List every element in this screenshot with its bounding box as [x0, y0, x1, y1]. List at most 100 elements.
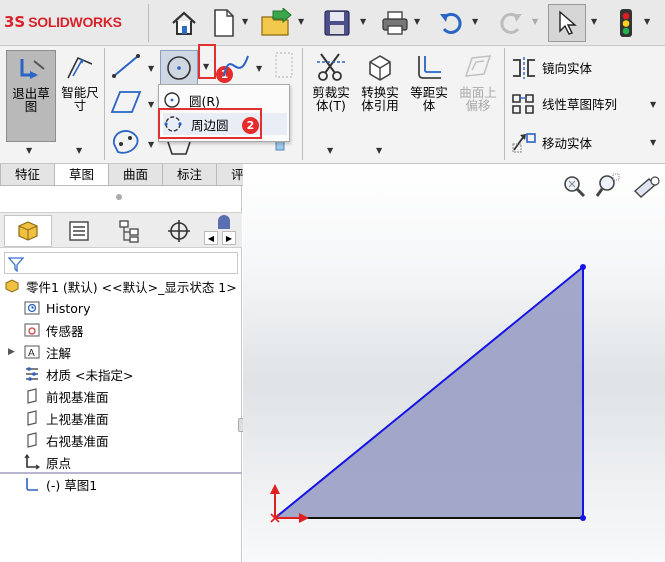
- tree-item-history[interactable]: History: [24, 298, 90, 318]
- smart-dimension-label: 智能尺寸: [61, 85, 99, 113]
- move-entities-label: 移动实体: [542, 136, 593, 151]
- configuration-icon: [119, 220, 139, 243]
- chevron-down-icon[interactable]: ▼: [414, 17, 420, 26]
- home-button[interactable]: [168, 6, 200, 40]
- trim-entities-button[interactable]: 剪裁实体(T): [308, 50, 354, 142]
- mirror-entities-label: 镜向实体: [542, 61, 593, 76]
- sketch-point[interactable]: [580, 264, 586, 270]
- chevron-down-icon[interactable]: ▼: [650, 100, 656, 109]
- chevron-down-icon[interactable]: ▼: [360, 17, 366, 26]
- move-entities-button[interactable]: 移动实体: [508, 128, 658, 156]
- linear-pattern-button[interactable]: 线性草图阵列: [508, 90, 658, 118]
- grid-snap-button[interactable]: [272, 50, 300, 82]
- undo-button[interactable]: [436, 6, 466, 40]
- panel-tab-bar: ◀ ▶: [0, 212, 242, 248]
- crosshair-icon: [168, 220, 190, 242]
- graphics-area[interactable]: [243, 164, 665, 562]
- open-folder-icon: [261, 8, 292, 36]
- exit-sketch-button[interactable]: 退出草图: [6, 50, 56, 142]
- offset-surface-icon: [464, 55, 492, 77]
- linear-pattern-label: 线性草图阵列: [542, 97, 618, 112]
- plane-icon: [24, 432, 40, 448]
- chevron-down-icon[interactable]: ▼: [532, 17, 538, 26]
- rectangle-tool-button[interactable]: [110, 88, 144, 118]
- circle-tool-button[interactable]: [160, 50, 198, 86]
- linear-pattern-icon: [512, 94, 534, 114]
- tab-features[interactable]: 特征: [0, 164, 56, 186]
- chevron-down-icon[interactable]: ▼: [242, 17, 248, 26]
- offset-entities-icon: [418, 56, 441, 79]
- traffic-light-icon: [620, 9, 632, 37]
- spline-tool-button[interactable]: [220, 52, 254, 82]
- chevron-down-icon[interactable]: ▼: [376, 146, 382, 155]
- slot-tool-button[interactable]: [110, 126, 144, 158]
- chevron-down-icon[interactable]: ▼: [148, 64, 154, 73]
- mirror-icon: [513, 57, 535, 79]
- chevron-down-icon[interactable]: ▼: [26, 146, 32, 155]
- grid-icon: [275, 52, 293, 78]
- svg-text:A: A: [28, 348, 35, 359]
- tree-item-part[interactable]: 零件1 (默认) <<默认>_显示状态 1>: [4, 276, 237, 296]
- chevron-down-icon[interactable]: ▼: [148, 140, 154, 149]
- offset-on-surface-button[interactable]: 曲面上偏移: [454, 50, 502, 142]
- expand-arrow-icon[interactable]: ▶: [8, 347, 15, 357]
- tree-item-material[interactable]: 材质 <未指定>: [24, 364, 133, 384]
- tab-property-manager[interactable]: [56, 215, 102, 247]
- scroll-left-button[interactable]: ◀: [204, 231, 218, 245]
- save-button[interactable]: [320, 6, 354, 40]
- redo-button[interactable]: [496, 6, 526, 40]
- chevron-down-icon[interactable]: ▼: [256, 64, 262, 73]
- panel-grip[interactable]: [116, 194, 122, 200]
- chevron-down-icon[interactable]: ▼: [650, 138, 656, 147]
- line-icon: [112, 54, 140, 78]
- chevron-down-icon[interactable]: ▼: [472, 17, 478, 26]
- chevron-down-icon[interactable]: ▼: [148, 100, 154, 109]
- mirror-entities-button[interactable]: 镜向实体: [508, 54, 658, 82]
- print-button[interactable]: [380, 6, 410, 40]
- new-document-button[interactable]: [210, 6, 238, 40]
- tree-item-material-label: 材质 <未指定>: [46, 367, 134, 383]
- tree-item-sketch1-label: (-) 草图1: [46, 477, 98, 493]
- tree-item-top-plane[interactable]: 上视基准面: [24, 408, 109, 428]
- sketch-icon: [24, 476, 40, 492]
- select-button[interactable]: [548, 4, 586, 42]
- sketch-point[interactable]: [580, 515, 586, 521]
- chevron-down-icon[interactable]: ▼: [76, 146, 82, 155]
- tab-configuration-manager[interactable]: [106, 215, 152, 247]
- sensor-icon: [24, 322, 40, 338]
- tab-markup[interactable]: 标注: [162, 164, 218, 186]
- cursor-arrow-icon: [559, 10, 577, 35]
- chevron-down-icon[interactable]: ▼: [327, 146, 333, 155]
- tree-item-sensors[interactable]: 传感器: [24, 320, 84, 340]
- tree-item-origin-label: 原点: [46, 455, 72, 471]
- tree-item-history-label: History: [46, 300, 91, 316]
- rebuild-button[interactable]: [614, 6, 638, 40]
- circle-icon: [167, 56, 191, 80]
- solidworks-logo: 3S SOLIDWORKS: [4, 10, 122, 34]
- chevron-down-icon[interactable]: ▼: [591, 17, 597, 26]
- tab-dimxpert-manager[interactable]: [156, 215, 202, 247]
- offset-on-surface-label: 曲面上偏移: [459, 85, 497, 113]
- tab-surfaces[interactable]: 曲面: [108, 164, 164, 186]
- open-button[interactable]: [258, 6, 294, 40]
- chevron-down-icon[interactable]: ▼: [644, 17, 650, 26]
- tree-filter-input[interactable]: [4, 252, 238, 274]
- tree-item-front-plane[interactable]: 前视基准面: [24, 386, 109, 406]
- offset-entities-button[interactable]: 等距实体: [406, 50, 452, 142]
- convert-entities-button[interactable]: 转换实体引用: [356, 50, 404, 142]
- chevron-down-icon[interactable]: ▼: [298, 17, 304, 26]
- sketch-canvas[interactable]: [243, 164, 665, 562]
- brand-name: SOLIDWORKS: [28, 14, 122, 30]
- tab-feature-tree[interactable]: [4, 215, 52, 247]
- tab-sketch[interactable]: 草图: [54, 164, 110, 186]
- offset-entities-label: 等距实体: [410, 85, 448, 113]
- tree-item-right-plane[interactable]: 右视基准面: [24, 430, 109, 450]
- tree-item-annotations[interactable]: A 注解: [24, 342, 71, 362]
- smart-dimension-button[interactable]: 智能尺寸: [58, 50, 102, 142]
- tree-item-origin[interactable]: 原点: [24, 452, 71, 472]
- scroll-right-button[interactable]: ▶: [222, 231, 236, 245]
- tree-item-sketch1[interactable]: (-) 草图1: [24, 474, 97, 494]
- smart-dimension-icon: [67, 56, 93, 79]
- line-tool-button[interactable]: [110, 52, 144, 82]
- home-icon: [172, 11, 196, 35]
